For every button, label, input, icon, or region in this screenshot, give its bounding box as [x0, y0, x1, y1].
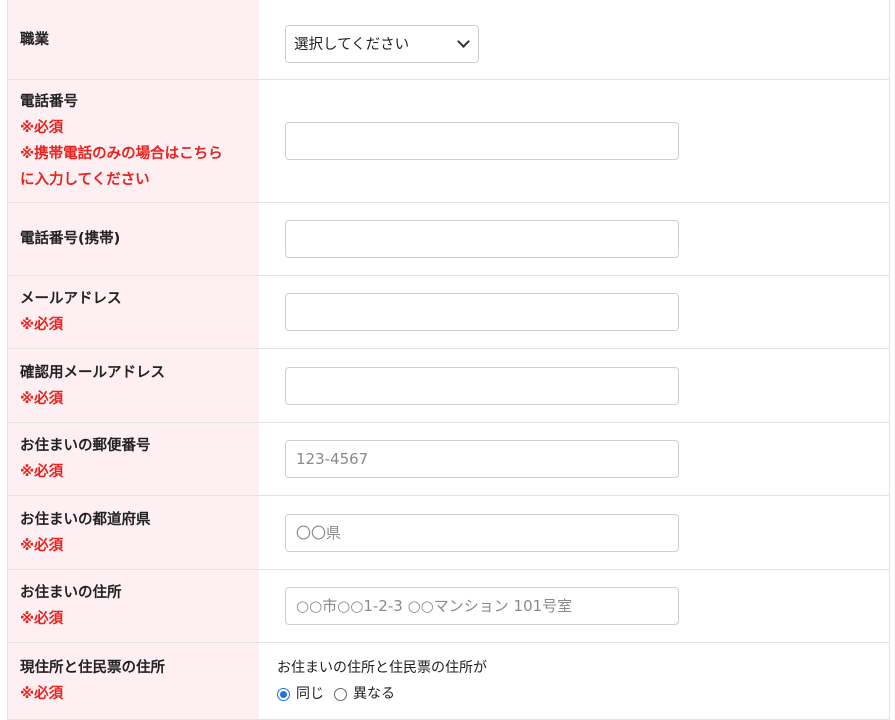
field-cell [259, 570, 889, 642]
label-cell: 確認用メールアドレス ※必須 [8, 349, 259, 422]
chevron-down-icon [457, 35, 470, 48]
label-cell: 現住所と住民票の住所 ※必須 [8, 643, 259, 719]
occupation-select-value: 選択してください [294, 37, 410, 53]
occupation-select[interactable]: 選択してください [285, 24, 479, 63]
label-cell: お住まいの住所 ※必須 [8, 570, 259, 642]
row-mobile-phone: 電話番号(携帯) [8, 203, 889, 276]
email-confirm-label: 確認用メールアドレス [20, 364, 165, 381]
phone-label: 電話番号 [20, 94, 78, 110]
residence-match-label: 現住所と住民票の住所 [20, 660, 165, 676]
radio-same-label[interactable]: 同じ [296, 683, 324, 705]
email-required: ※必須 [20, 317, 64, 333]
field-cell: お住まいの住所と住民票の住所が 同じ 異なる [259, 643, 889, 719]
application-form: 職業 選択してください 電話番号 ※必須 ※携帯電話のみの場合はこちら に入力し… [7, 0, 890, 720]
address-required: ※必須 [20, 611, 64, 627]
phone-required: ※必須 [20, 120, 64, 136]
row-address: お住まいの住所 ※必須 [8, 570, 889, 643]
row-prefecture: お住まいの都道府県 ※必須 [8, 496, 889, 570]
prefecture-label: お住まいの都道府県 [20, 511, 151, 528]
row-phone: 電話番号 ※必須 ※携帯電話のみの場合はこちら に入力してください [8, 80, 889, 203]
email-confirm-input[interactable] [285, 366, 679, 405]
label-cell: お住まいの郵便番号 ※必須 [8, 423, 259, 495]
address-label: お住まいの住所 [20, 585, 122, 601]
field-cell [259, 203, 889, 275]
occupation-label: 職業 [20, 31, 49, 48]
radio-same[interactable] [277, 687, 290, 701]
mobile-phone-input[interactable] [285, 220, 679, 258]
radio-different[interactable] [334, 687, 347, 701]
row-email: メールアドレス ※必須 [8, 276, 889, 349]
email-confirm-required: ※必須 [20, 390, 64, 407]
field-cell [259, 423, 889, 495]
row-email-confirm: 確認用メールアドレス ※必須 [8, 349, 889, 423]
row-postal-code: お住まいの郵便番号 ※必須 [8, 423, 889, 496]
row-residence-match: 現住所と住民票の住所 ※必須 お住まいの住所と住民票の住所が 同じ 異なる [8, 643, 889, 720]
postal-code-label: お住まいの郵便番号 [20, 438, 151, 454]
residence-match-required: ※必須 [20, 686, 64, 702]
phone-input[interactable] [285, 122, 679, 160]
radio-different-label[interactable]: 異なる [353, 683, 395, 705]
phone-note-line2: に入力してください [20, 172, 150, 188]
label-cell: メールアドレス ※必須 [8, 276, 259, 348]
email-label: メールアドレス [20, 291, 122, 307]
email-input[interactable] [285, 293, 679, 331]
field-cell [259, 276, 889, 348]
address-input[interactable] [285, 587, 679, 625]
phone-note-line1: ※携帯電話のみの場合はこちら [20, 146, 223, 162]
residence-radio-group: お住まいの住所と住民票の住所が 同じ 異なる [259, 657, 487, 705]
prefecture-required: ※必須 [20, 537, 64, 554]
label-cell: 電話番号 ※必須 ※携帯電話のみの場合はこちら に入力してください [8, 80, 259, 202]
residence-options: 同じ 異なる [277, 683, 487, 705]
mobile-phone-label: 電話番号(携帯) [20, 231, 121, 247]
postal-code-required: ※必須 [20, 464, 64, 480]
row-occupation: 職業 選択してください [8, 0, 889, 80]
postal-code-input[interactable] [285, 440, 679, 478]
residence-prompt: お住まいの住所と住民票の住所が [277, 660, 487, 676]
field-cell [259, 80, 889, 202]
prefecture-input[interactable] [285, 513, 679, 552]
field-cell [259, 349, 889, 422]
field-cell: 選択してください [259, 0, 889, 79]
label-cell: 職業 [8, 0, 259, 79]
label-cell: 電話番号(携帯) [8, 203, 259, 275]
field-cell [259, 496, 889, 569]
label-cell: お住まいの都道府県 ※必須 [8, 496, 259, 569]
